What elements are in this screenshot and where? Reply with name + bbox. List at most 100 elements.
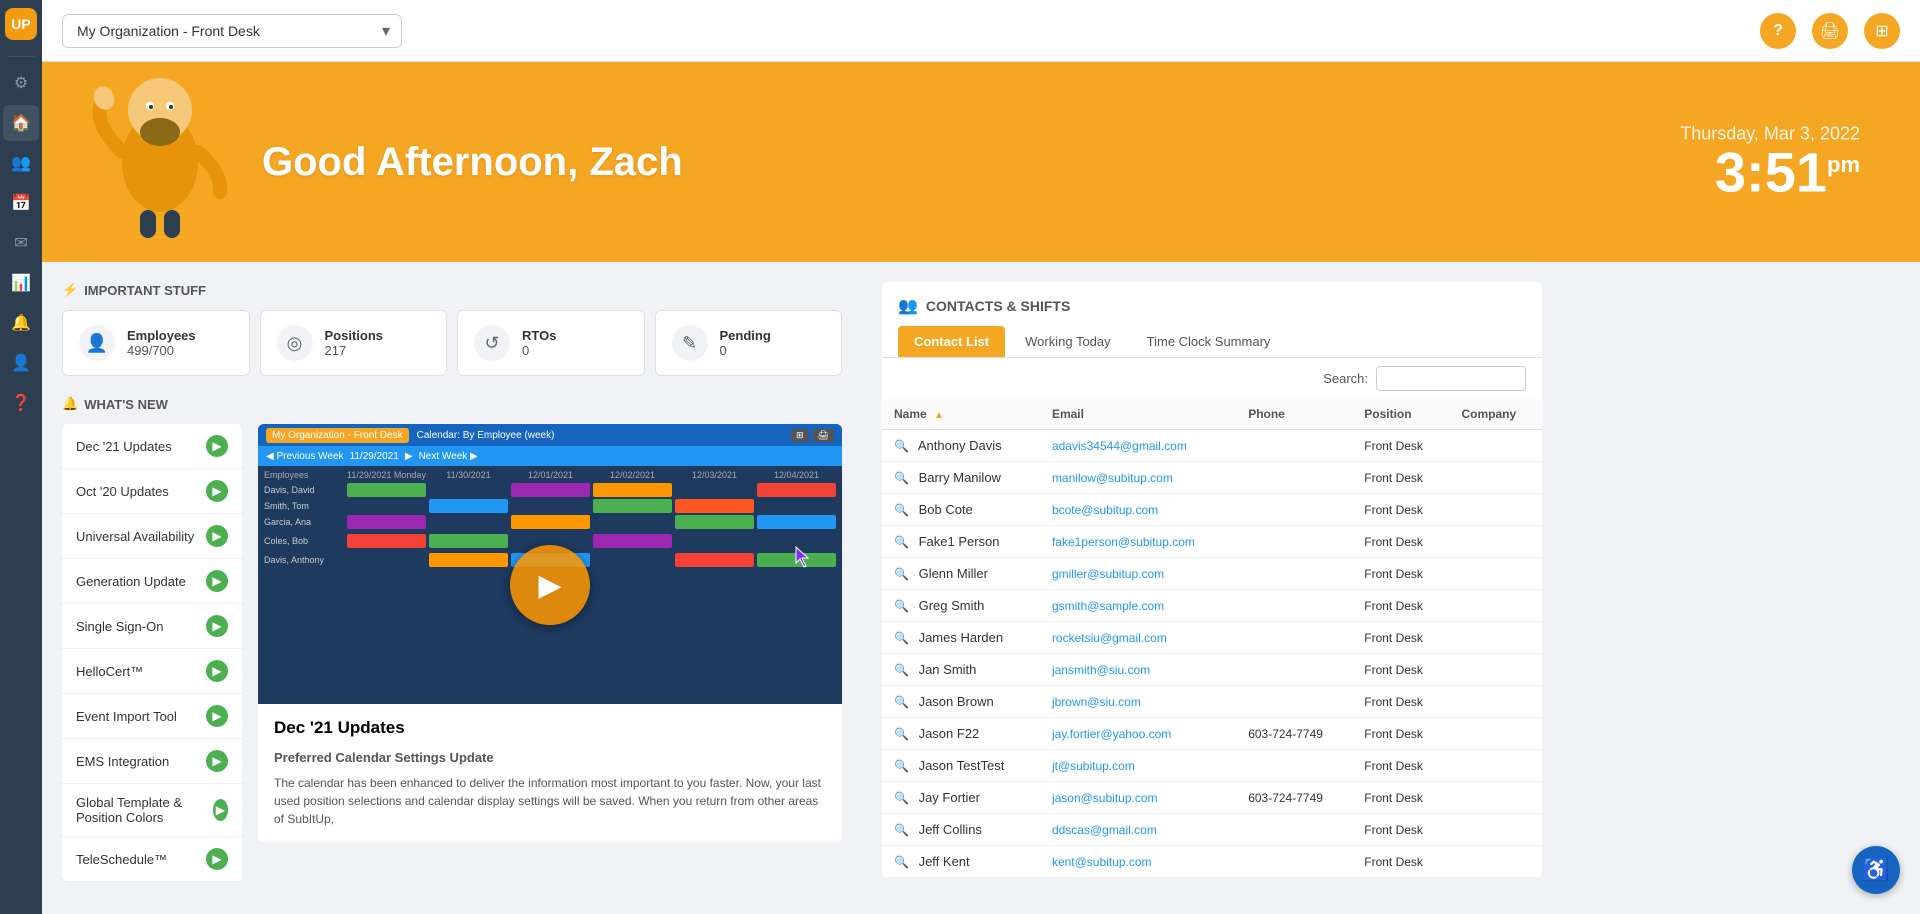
cell-email[interactable]: manilow@subitup.com — [1040, 462, 1236, 494]
table-row[interactable]: 🔍 Anthony Davis adavis34544@gmail.com Fr… — [882, 430, 1542, 462]
cell-email[interactable]: jansmith@siu.com — [1040, 654, 1236, 686]
email-link[interactable]: rocketsiu@gmail.com — [1052, 631, 1167, 645]
accessibility-button[interactable]: ♿ — [1852, 846, 1900, 894]
sidebar-item-help[interactable]: ❓ — [3, 385, 39, 421]
name-value: Jay Fortier — [919, 790, 980, 805]
email-link[interactable]: adavis34544@gmail.com — [1052, 439, 1187, 453]
org-selector-wrap[interactable]: My Organization - Front Desk — [62, 14, 402, 48]
stat-employees[interactable]: 👤 Employees 499/700 — [62, 310, 250, 376]
news-item-dec21[interactable]: Dec '21 Updates ▶ — [62, 424, 242, 469]
employees-label: Employees — [127, 328, 196, 343]
cell-phone — [1236, 526, 1352, 558]
sidebar-item-people[interactable]: 👥 — [3, 145, 39, 181]
grid-icon[interactable]: ⊞ — [1864, 13, 1900, 49]
news-item-teleschedule[interactable]: TeleSchedule™ ▶ — [62, 837, 242, 882]
tab-time-clock[interactable]: Time Clock Summary — [1131, 326, 1287, 357]
table-row[interactable]: 🔍 Jason TestTest jt@subitup.com Front De… — [882, 750, 1542, 782]
news-item-global[interactable]: Global Template & Position Colors ▶ — [62, 784, 242, 837]
email-link[interactable]: jansmith@siu.com — [1052, 663, 1150, 677]
table-row[interactable]: 🔍 James Harden rocketsiu@gmail.com Front… — [882, 622, 1542, 654]
table-row[interactable]: 🔍 Jay Fortier jason@subitup.com 603-724-… — [882, 782, 1542, 814]
table-row[interactable]: 🔍 Jeff Collins ddscas@gmail.com Front De… — [882, 814, 1542, 846]
table-row[interactable]: 🔍 Jason F22 jay.fortier@yahoo.com 603-72… — [882, 718, 1542, 750]
video-subtitle: Preferred Calendar Settings Update — [274, 748, 826, 768]
cell-email[interactable]: jbrown@siu.com — [1040, 686, 1236, 718]
org-selector[interactable]: My Organization - Front Desk — [62, 14, 402, 48]
contacts-section: 👥 CONTACTS & SHIFTS Contact List Working… — [882, 282, 1542, 878]
table-row[interactable]: 🔍 Jason Brown jbrown@siu.com Front Desk — [882, 686, 1542, 718]
cell-email[interactable]: kent@subitup.com — [1040, 846, 1236, 878]
table-row[interactable]: 🔍 Bob Cote bcote@subitup.com Front Desk — [882, 494, 1542, 526]
table-row[interactable]: 🔍 Barry Manilow manilow@subitup.com Fron… — [882, 462, 1542, 494]
col-name[interactable]: Name ▲ — [882, 399, 1040, 430]
cell-email[interactable]: adavis34544@gmail.com — [1040, 430, 1236, 462]
email-link[interactable]: jbrown@siu.com — [1052, 695, 1141, 709]
email-link[interactable]: gsmith@sample.com — [1052, 599, 1164, 613]
col-email[interactable]: Email — [1040, 399, 1236, 430]
tab-contact-list[interactable]: Contact List — [898, 326, 1005, 357]
col-company[interactable]: Company — [1449, 399, 1542, 430]
cell-email[interactable]: jt@subitup.com — [1040, 750, 1236, 782]
cell-company — [1449, 590, 1542, 622]
cell-position: Front Desk — [1352, 590, 1449, 622]
table-row[interactable]: 🔍 Jeff Kent kent@subitup.com Front Desk — [882, 846, 1542, 878]
email-link[interactable]: jt@subitup.com — [1052, 759, 1135, 773]
news-item-oct20[interactable]: Oct '20 Updates ▶ — [62, 469, 242, 514]
cell-phone: 603-724-7749 — [1236, 718, 1352, 750]
sidebar-item-calendar[interactable]: 📅 — [3, 185, 39, 221]
sort-arrow-name: ▲ — [934, 410, 944, 421]
stat-rtos[interactable]: ↺ RTOs 0 — [457, 310, 645, 376]
play-button[interactable]: ▶ — [510, 545, 590, 625]
cell-company — [1449, 558, 1542, 590]
contacts-table-wrap[interactable]: Name ▲ Email Phone Positio — [882, 399, 1542, 878]
news-item-hellocert[interactable]: HelloCert™ ▶ — [62, 649, 242, 694]
cell-email[interactable]: bcote@subitup.com — [1040, 494, 1236, 526]
email-link[interactable]: fake1person@subitup.com — [1052, 535, 1195, 549]
email-link[interactable]: jason@subitup.com — [1052, 791, 1158, 805]
contact-search-input[interactable] — [1376, 366, 1526, 391]
stat-positions[interactable]: ◎ Positions 217 — [260, 310, 448, 376]
cell-email[interactable]: ddscas@gmail.com — [1040, 814, 1236, 846]
sidebar-item-notifications[interactable]: 🔔 — [3, 305, 39, 341]
news-item-ems[interactable]: EMS Integration ▶ — [62, 739, 242, 784]
video-play-area[interactable]: Garcia, Ana Cole — [264, 515, 836, 655]
pending-value: 0 — [720, 343, 771, 358]
contacts-tabs: Contact List Working Today Time Clock Su… — [882, 316, 1542, 358]
news-item-event[interactable]: Event Import Tool ▶ — [62, 694, 242, 739]
cell-email[interactable]: jason@subitup.com — [1040, 782, 1236, 814]
email-link[interactable]: kent@subitup.com — [1052, 855, 1152, 869]
table-row[interactable]: 🔍 Jan Smith jansmith@siu.com Front Desk — [882, 654, 1542, 686]
table-row[interactable]: 🔍 Glenn Miller gmiller@subitup.com Front… — [882, 558, 1542, 590]
cell-position: Front Desk — [1352, 654, 1449, 686]
cell-email[interactable]: jay.fortier@yahoo.com — [1040, 718, 1236, 750]
cell-email[interactable]: rocketsiu@gmail.com — [1040, 622, 1236, 654]
help-icon[interactable]: ? — [1760, 13, 1796, 49]
news-item-universal[interactable]: Universal Availability ▶ — [62, 514, 242, 559]
email-link[interactable]: jay.fortier@yahoo.com — [1052, 727, 1171, 741]
cell-company — [1449, 654, 1542, 686]
arrow-icon-1: ▶ — [206, 480, 228, 502]
news-item-sso[interactable]: Single Sign-On ▶ — [62, 604, 242, 649]
email-link[interactable]: manilow@subitup.com — [1052, 471, 1173, 485]
table-row[interactable]: 🔍 Greg Smith gsmith@sample.com Front Des… — [882, 590, 1542, 622]
sidebar-item-profile[interactable]: 👤 — [3, 345, 39, 381]
news-item-generation[interactable]: Generation Update ▶ — [62, 559, 242, 604]
cell-email[interactable]: fake1person@subitup.com — [1040, 526, 1236, 558]
tab-working-today[interactable]: Working Today — [1009, 326, 1127, 357]
sidebar-item-home[interactable]: 🏠 — [3, 105, 39, 141]
sidebar-item-messages[interactable]: ✉ — [3, 225, 39, 261]
sidebar-item-settings[interactable]: ⚙ — [3, 65, 39, 101]
cell-email[interactable]: gsmith@sample.com — [1040, 590, 1236, 622]
col-position[interactable]: Position — [1352, 399, 1449, 430]
app-logo[interactable]: UP — [5, 8, 37, 40]
table-row[interactable]: 🔍 Fake1 Person fake1person@subitup.com F… — [882, 526, 1542, 558]
cell-name: 🔍 Jeff Kent — [882, 846, 1040, 878]
col-phone[interactable]: Phone — [1236, 399, 1352, 430]
email-link[interactable]: bcote@subitup.com — [1052, 503, 1158, 517]
print-icon[interactable]: 🖨 — [1812, 13, 1848, 49]
stat-pending[interactable]: ✎ Pending 0 — [655, 310, 843, 376]
sidebar-item-reports[interactable]: 📊 — [3, 265, 39, 301]
email-link[interactable]: ddscas@gmail.com — [1052, 823, 1157, 837]
cell-email[interactable]: gmiller@subitup.com — [1040, 558, 1236, 590]
email-link[interactable]: gmiller@subitup.com — [1052, 567, 1164, 581]
